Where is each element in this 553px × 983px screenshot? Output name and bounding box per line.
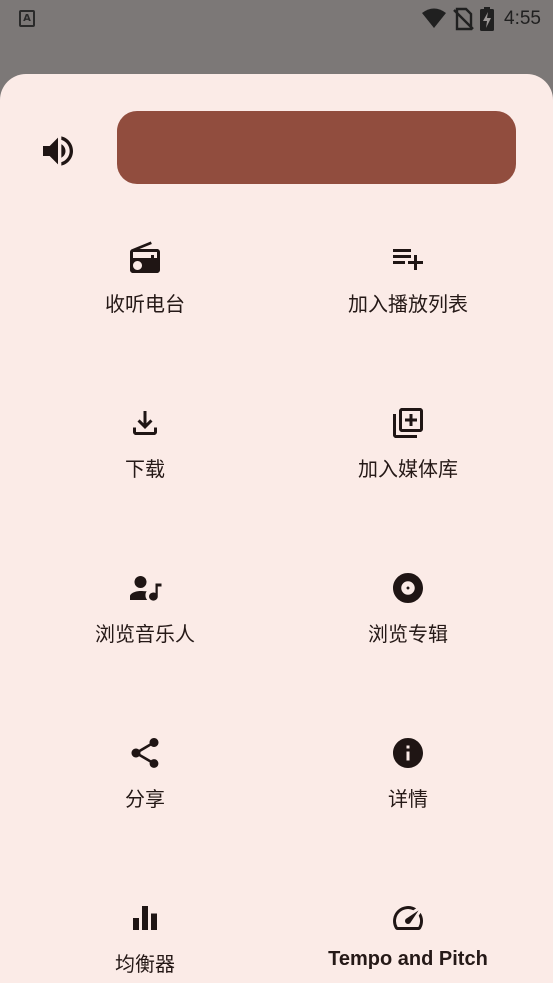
menu-item-label: 分享 — [125, 787, 165, 811]
options-bottom-sheet: 收听电台 加入播放列表 下载 加入媒体库 浏览音乐人 浏览专辑 分享 详情 均衡… — [0, 74, 553, 983]
menu-item-add-to-library[interactable]: 加入媒体库 — [293, 405, 523, 515]
no-sim-icon — [452, 7, 474, 31]
menu-item-label: 浏览专辑 — [368, 622, 448, 646]
playlist-add-icon — [390, 240, 426, 276]
menu-item-label: 下载 — [125, 457, 165, 481]
menu-item-label: 收听电台 — [105, 292, 185, 316]
artist-icon — [127, 570, 163, 606]
menu-item-browse-album[interactable]: 浏览专辑 — [293, 570, 523, 680]
menu-item-radio[interactable]: 收听电台 — [30, 240, 260, 350]
menu-item-label: 加入播放列表 — [348, 292, 468, 316]
status-time: 4:55 — [504, 8, 541, 29]
menu-grid: 收听电台 加入播放列表 下载 加入媒体库 浏览音乐人 浏览专辑 分享 详情 均衡… — [0, 74, 553, 983]
menu-item-browse-artist[interactable]: 浏览音乐人 — [30, 570, 260, 680]
menu-item-add-to-playlist[interactable]: 加入播放列表 — [293, 240, 523, 350]
equalizer-icon — [127, 900, 163, 936]
status-bar: A 4:55 — [0, 0, 553, 38]
download-icon — [127, 405, 163, 441]
menu-item-download[interactable]: 下载 — [30, 405, 260, 515]
menu-item-label: 加入媒体库 — [358, 457, 458, 481]
library-add-icon — [390, 405, 426, 441]
menu-item-label: 详情 — [388, 787, 428, 811]
menu-item-label: Tempo and Pitch — [328, 948, 488, 970]
menu-item-tempo-pitch[interactable]: Tempo and Pitch — [293, 900, 523, 983]
speed-gauge-icon — [390, 900, 426, 936]
menu-item-label: 浏览音乐人 — [95, 622, 195, 646]
status-icons: 4:55 — [422, 6, 541, 32]
menu-item-label: 均衡器 — [115, 952, 175, 976]
share-icon — [127, 735, 163, 771]
menu-item-share[interactable]: 分享 — [30, 735, 260, 845]
info-icon — [390, 735, 426, 771]
album-icon — [390, 570, 426, 606]
wifi-icon — [422, 8, 447, 30]
app-notification-icon: A — [19, 10, 35, 27]
radio-icon — [127, 240, 163, 276]
menu-item-details[interactable]: 详情 — [293, 735, 523, 845]
battery-charging-icon — [480, 7, 495, 31]
menu-item-equalizer[interactable]: 均衡器 — [30, 900, 260, 983]
